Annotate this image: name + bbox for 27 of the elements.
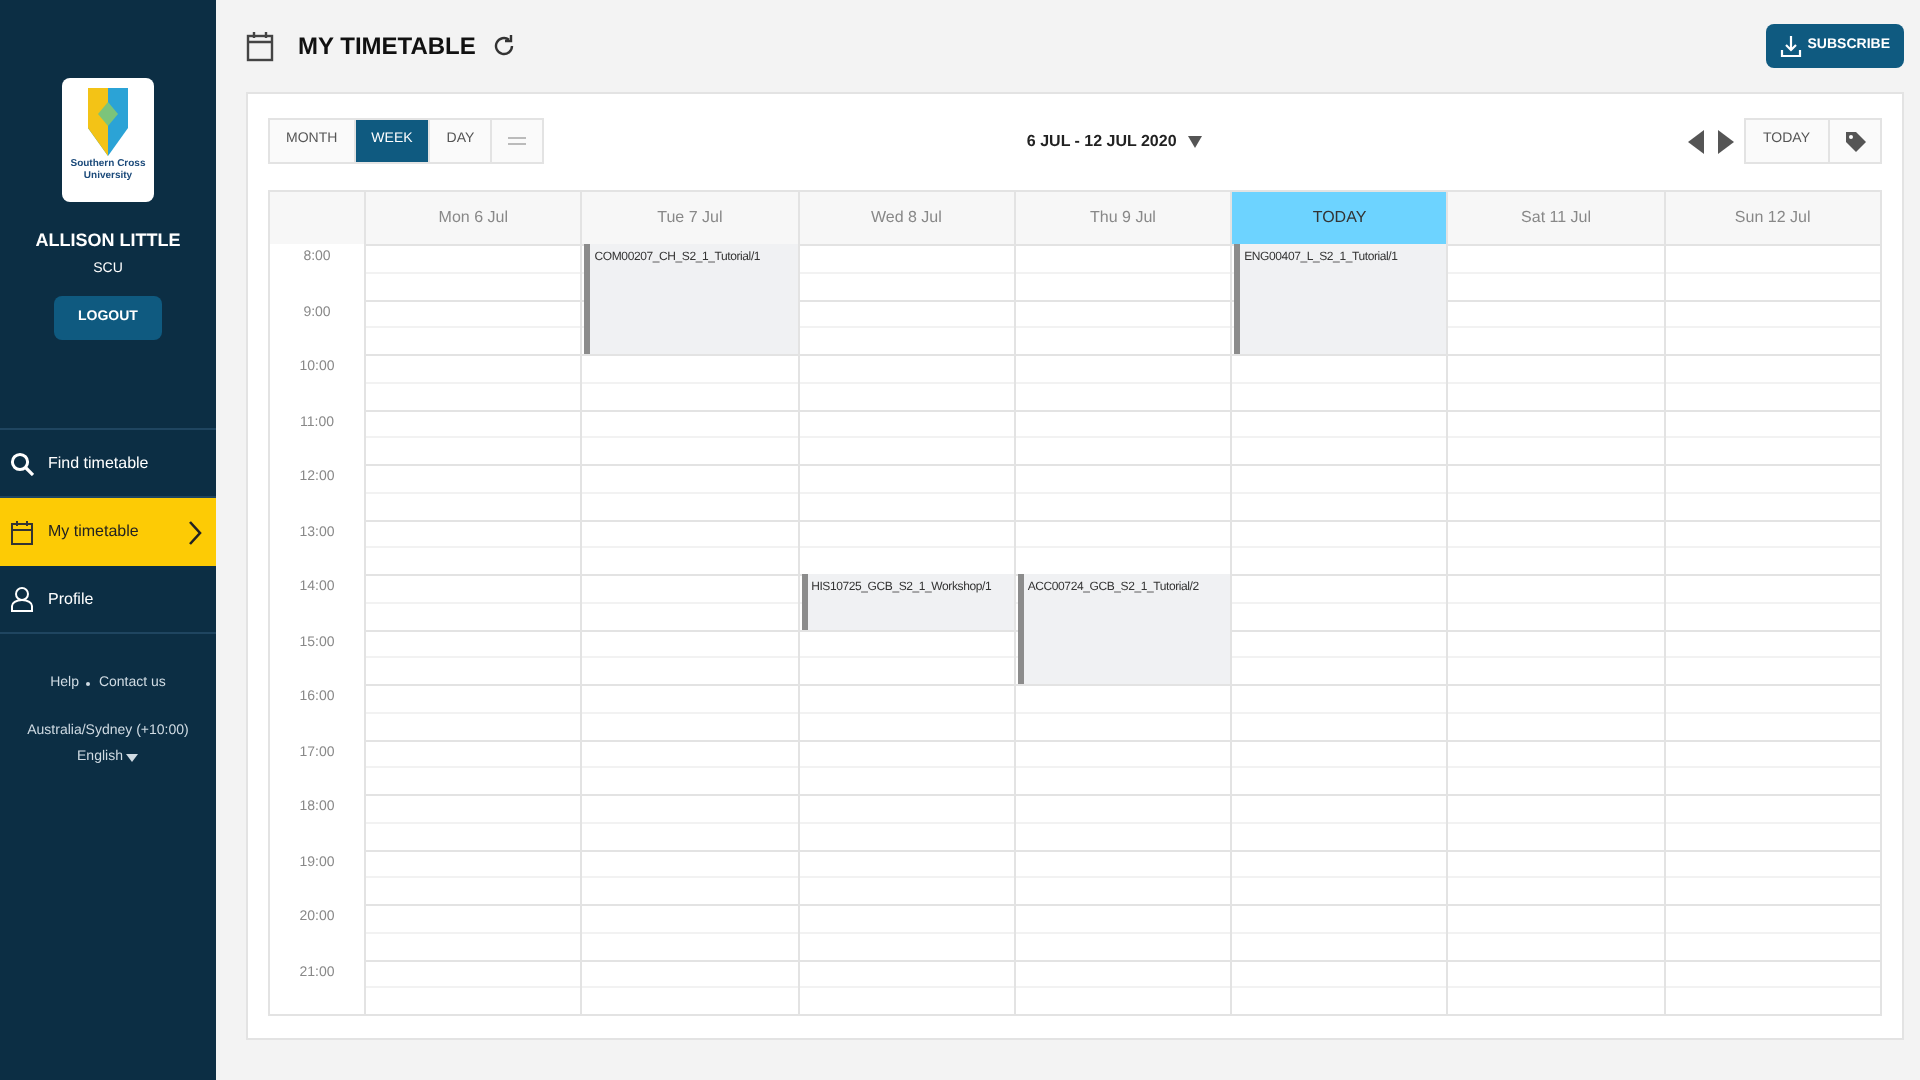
previous-icon[interactable] bbox=[1685, 129, 1706, 153]
user-name: ALLISON LITTLE bbox=[35, 228, 181, 254]
lines-icon bbox=[508, 136, 527, 146]
calendar-icon bbox=[10, 519, 34, 545]
download-icon bbox=[1779, 35, 1802, 57]
day-header: Sat 11 Jul bbox=[1448, 192, 1664, 244]
search-icon bbox=[10, 451, 34, 475]
day-header: Wed 8 Jul bbox=[799, 192, 1014, 244]
chevron-icon bbox=[188, 519, 202, 545]
tag-icon bbox=[1845, 131, 1865, 151]
shield-icon bbox=[86, 86, 130, 158]
calendar-icon bbox=[246, 30, 274, 62]
nav-item[interactable]: Profile bbox=[0, 566, 216, 634]
nav-item[interactable]: My timetable bbox=[0, 498, 216, 566]
caret-icon bbox=[126, 754, 139, 763]
page-title: MY TIMETABLE bbox=[298, 30, 476, 64]
next-icon[interactable] bbox=[1715, 129, 1736, 153]
caret-icon[interactable] bbox=[1188, 135, 1203, 147]
refresh-icon[interactable] bbox=[491, 34, 516, 58]
header-corner bbox=[270, 192, 364, 244]
person-icon bbox=[10, 586, 34, 612]
date-range[interactable]: 6 JUL - 12 JUL 2020 bbox=[1026, 129, 1177, 153]
day-header: Thu 9 Jul bbox=[1015, 192, 1231, 244]
day-header: Tue 7 Jul bbox=[582, 192, 798, 244]
day-header: Mon 6 Jul bbox=[366, 192, 581, 244]
day-header: TODAY bbox=[1232, 192, 1447, 244]
day-header: Sun 12 Jul bbox=[1665, 192, 1880, 244]
